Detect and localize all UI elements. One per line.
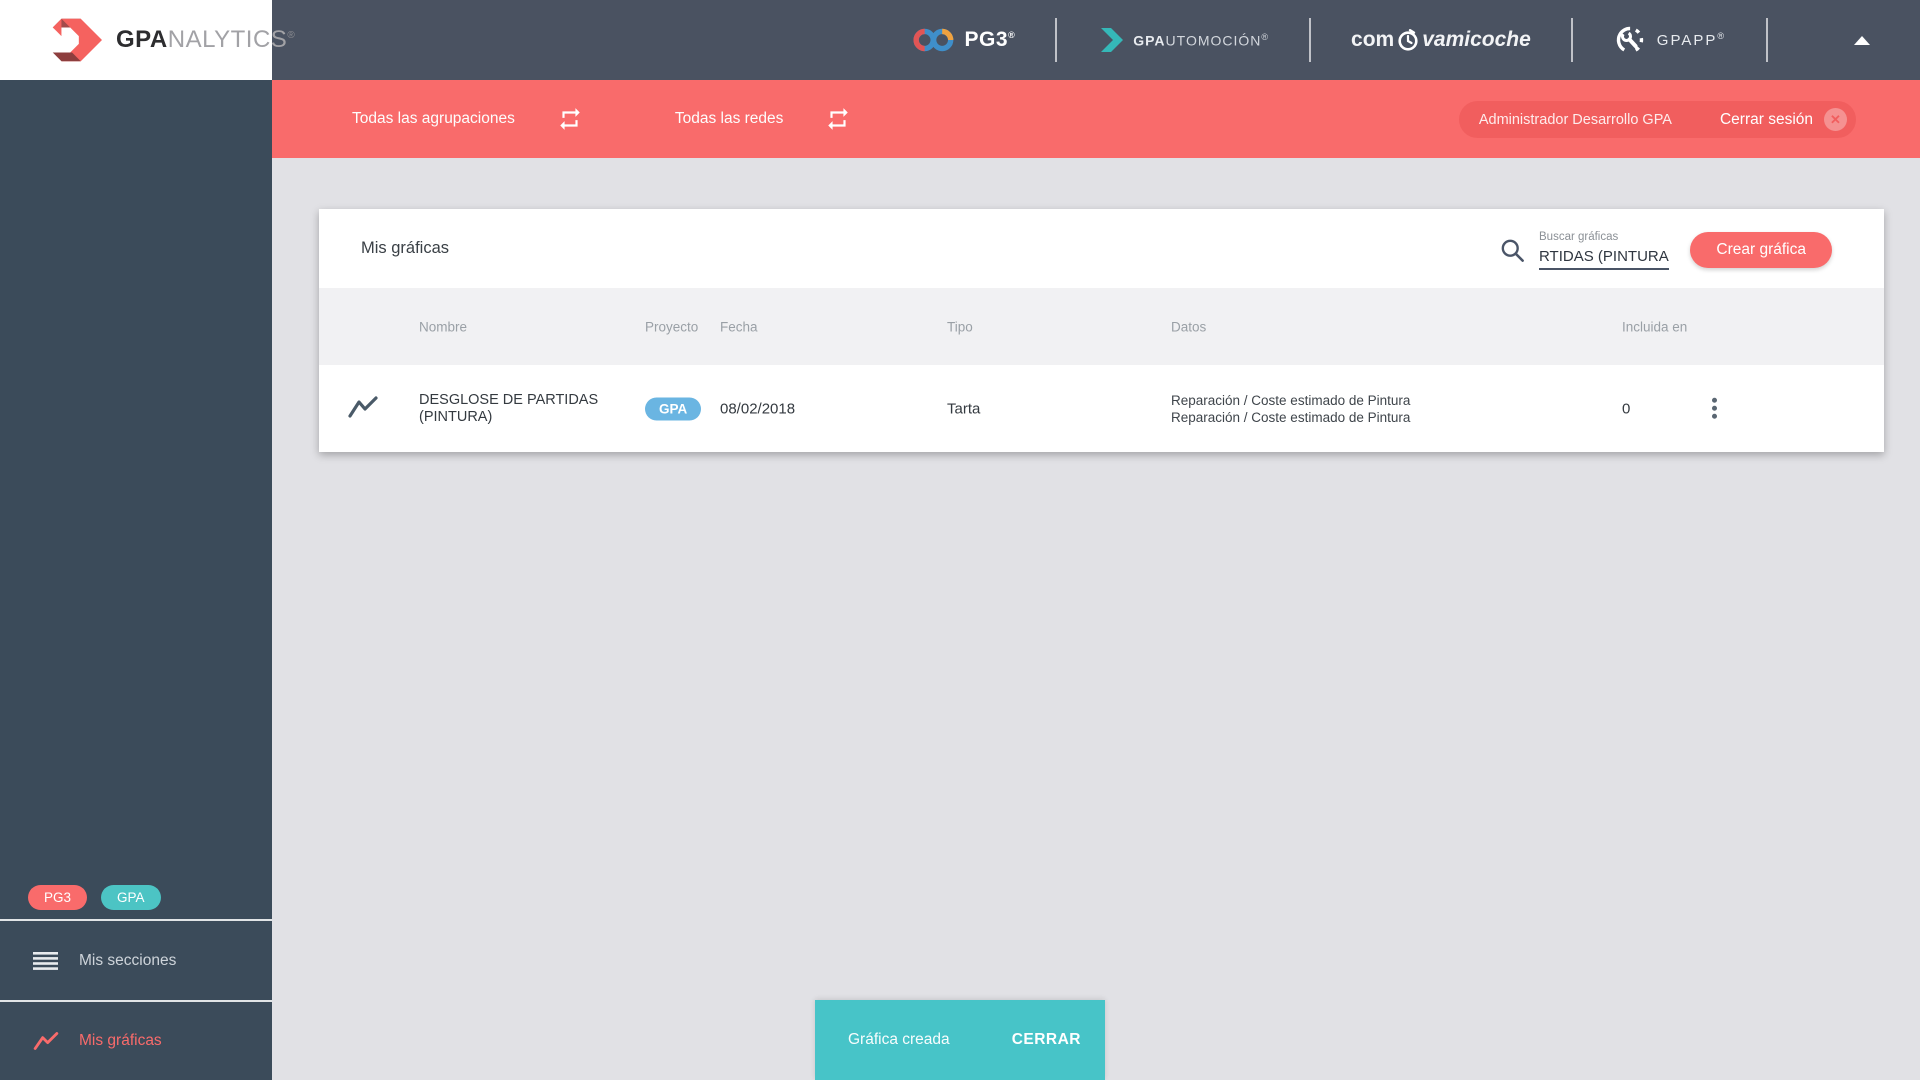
logout-button[interactable]: Cerrar sesión ✕ (1720, 108, 1847, 131)
col-header-nombre: Nombre (419, 319, 468, 334)
table-header-row: Nombre Proyecto Fecha Tipo Datos Incluid… (319, 288, 1884, 365)
gpapp-reg: ® (1717, 31, 1726, 41)
filter-redes-label[interactable]: Todas las redes (675, 110, 784, 128)
cell-tipo: Tarta (947, 400, 981, 417)
col-header-incluida-en: Incluida en (1622, 319, 1688, 334)
col-header-proyecto: Proyecto (645, 319, 699, 334)
badge-pg3[interactable]: PG3 (28, 884, 88, 910)
cell-proyecto: GPA (645, 397, 702, 420)
col-header-tipo: Tipo (947, 319, 973, 334)
header-separator (1309, 18, 1312, 62)
hamburger-icon (33, 951, 59, 970)
col-header-fecha: Fecha (720, 319, 758, 334)
gpapp-label: GPAPP (1656, 32, 1718, 49)
card-header: Mis gráficas Buscar gráficas Crear gráfi… (319, 209, 1884, 288)
app-root: GPANALYTICS® PG3® GPAUTOMOCIÓN® com vami… (0, 0, 1920, 1080)
cell-datos: Reparación / Coste estimado de Pintura R… (1171, 392, 1410, 426)
gpanalytics-logo[interactable]: GPANALYTICS® (0, 0, 295, 80)
pg3-logo[interactable]: PG3® (913, 27, 1016, 53)
filter-agrupaciones-label[interactable]: Todas las agrupaciones (352, 110, 515, 128)
badge-gpa[interactable]: GPA (101, 884, 161, 910)
swap-redes-icon[interactable] (825, 106, 851, 132)
header-separator (1055, 18, 1058, 62)
gpautomocion-logo[interactable]: GPAUTOMOCIÓN® (1097, 26, 1269, 54)
swap-agrupaciones-icon[interactable] (557, 106, 583, 132)
search-icon[interactable] (1499, 237, 1526, 264)
stopwatch-icon (1398, 29, 1418, 51)
pg3-label: PG3 (964, 28, 1009, 51)
main-content: Mis gráficas Buscar gráficas Crear gráfi… (272, 158, 1920, 1080)
sidebar-item-label: Mis gráficas (79, 1032, 162, 1049)
collapse-header-button[interactable] (1854, 35, 1870, 45)
toast-message: Gráfica creada (848, 1031, 950, 1048)
project-badge-gpa: GPA (645, 397, 702, 420)
partner-logos: PG3® GPAUTOMOCIÓN® com vamicoche GPAPP® (913, 0, 1870, 80)
comprova-pre: com (1351, 28, 1395, 51)
header-separator (1570, 18, 1573, 62)
line-chart-icon (33, 1031, 59, 1051)
pg3-reg: ® (1008, 30, 1016, 40)
cell-actions (1704, 392, 1725, 425)
user-session-pill: Administrador Desarrollo GPA Cerrar sesi… (1458, 101, 1856, 138)
logout-x-icon: ✕ (1824, 108, 1847, 131)
comprova-post: vamicoche (1422, 28, 1531, 51)
search-input[interactable] (1539, 246, 1669, 270)
cell-nombre: DESGLOSE DE PARTIDAS (PINTURA) (419, 391, 599, 425)
gpautomocion-bold: GPA (1133, 32, 1166, 49)
gpapp-wrench-icon (1616, 26, 1643, 54)
brand-registered-mark: ® (287, 30, 296, 41)
filter-toolbar: Todas las agrupaciones Todas las redes A… (272, 80, 1920, 158)
brand-gpa: GPA (116, 26, 168, 53)
comprovamicoche-logo[interactable]: com vamicoche (1351, 28, 1531, 52)
gpautomocion-rest: UTOMOCIÓN (1165, 32, 1262, 49)
cell-incluida-en: 0 (1622, 400, 1631, 417)
toast-close-button[interactable]: CERRAR (1004, 1023, 1089, 1057)
sidebar-bottom: PG3 GPA Mis secciones Mis gráficas (0, 875, 272, 1080)
search-field-label: Buscar gráficas (1539, 231, 1619, 243)
gpapp-logo[interactable]: GPAPP® (1613, 23, 1726, 57)
gpanalytics-wordmark: GPANALYTICS® (116, 26, 295, 54)
sidebar-item-mis-graficas[interactable]: Mis gráficas (0, 1002, 272, 1080)
col-header-datos: Datos (1171, 319, 1207, 334)
search-field: Buscar gráficas (1539, 231, 1669, 270)
logged-user-name: Administrador Desarrollo GPA (1478, 111, 1672, 128)
row-menu-kebab-icon[interactable] (1704, 392, 1725, 425)
sidebar-item-mis-secciones[interactable]: Mis secciones (0, 921, 272, 1000)
logout-label: Cerrar sesión (1719, 110, 1813, 128)
snackbar-toast: Gráfica creada CERRAR (815, 1000, 1105, 1080)
sidebar-badges: PG3 GPA (0, 875, 272, 919)
table-row[interactable]: DESGLOSE DE PARTIDAS (PINTURA) GPA 08/02… (319, 365, 1884, 452)
gpautomocion-arrow-icon (1101, 28, 1124, 52)
sidebar: PG3 GPA Mis secciones Mis gráficas (0, 80, 272, 1080)
header-separator (1766, 18, 1768, 62)
page-title: Mis gráficas (361, 239, 450, 257)
cell-fecha: 08/02/2018 (720, 400, 796, 417)
sidebar-item-label: Mis secciones (79, 951, 177, 969)
datos-line-2: Reparación / Coste estimado de Pintura (1171, 409, 1411, 425)
gpanalytics-arrow-icon (52, 18, 102, 62)
charts-card: Mis gráficas Buscar gráficas Crear gráfi… (319, 209, 1884, 452)
row-chart-icon (348, 395, 378, 423)
brand-nalytics: NALYTICS (167, 26, 288, 53)
create-chart-button[interactable]: Crear gráfica (1690, 232, 1832, 268)
search-area: Buscar gráficas (1501, 209, 1669, 288)
gpautomocion-reg: ® (1261, 31, 1270, 42)
pg3-infinity-icon (913, 28, 953, 52)
top-header-bar: GPANALYTICS® PG3® GPAUTOMOCIÓN® com vami… (0, 0, 1920, 80)
datos-line-1: Reparación / Coste estimado de Pintura (1171, 392, 1411, 408)
